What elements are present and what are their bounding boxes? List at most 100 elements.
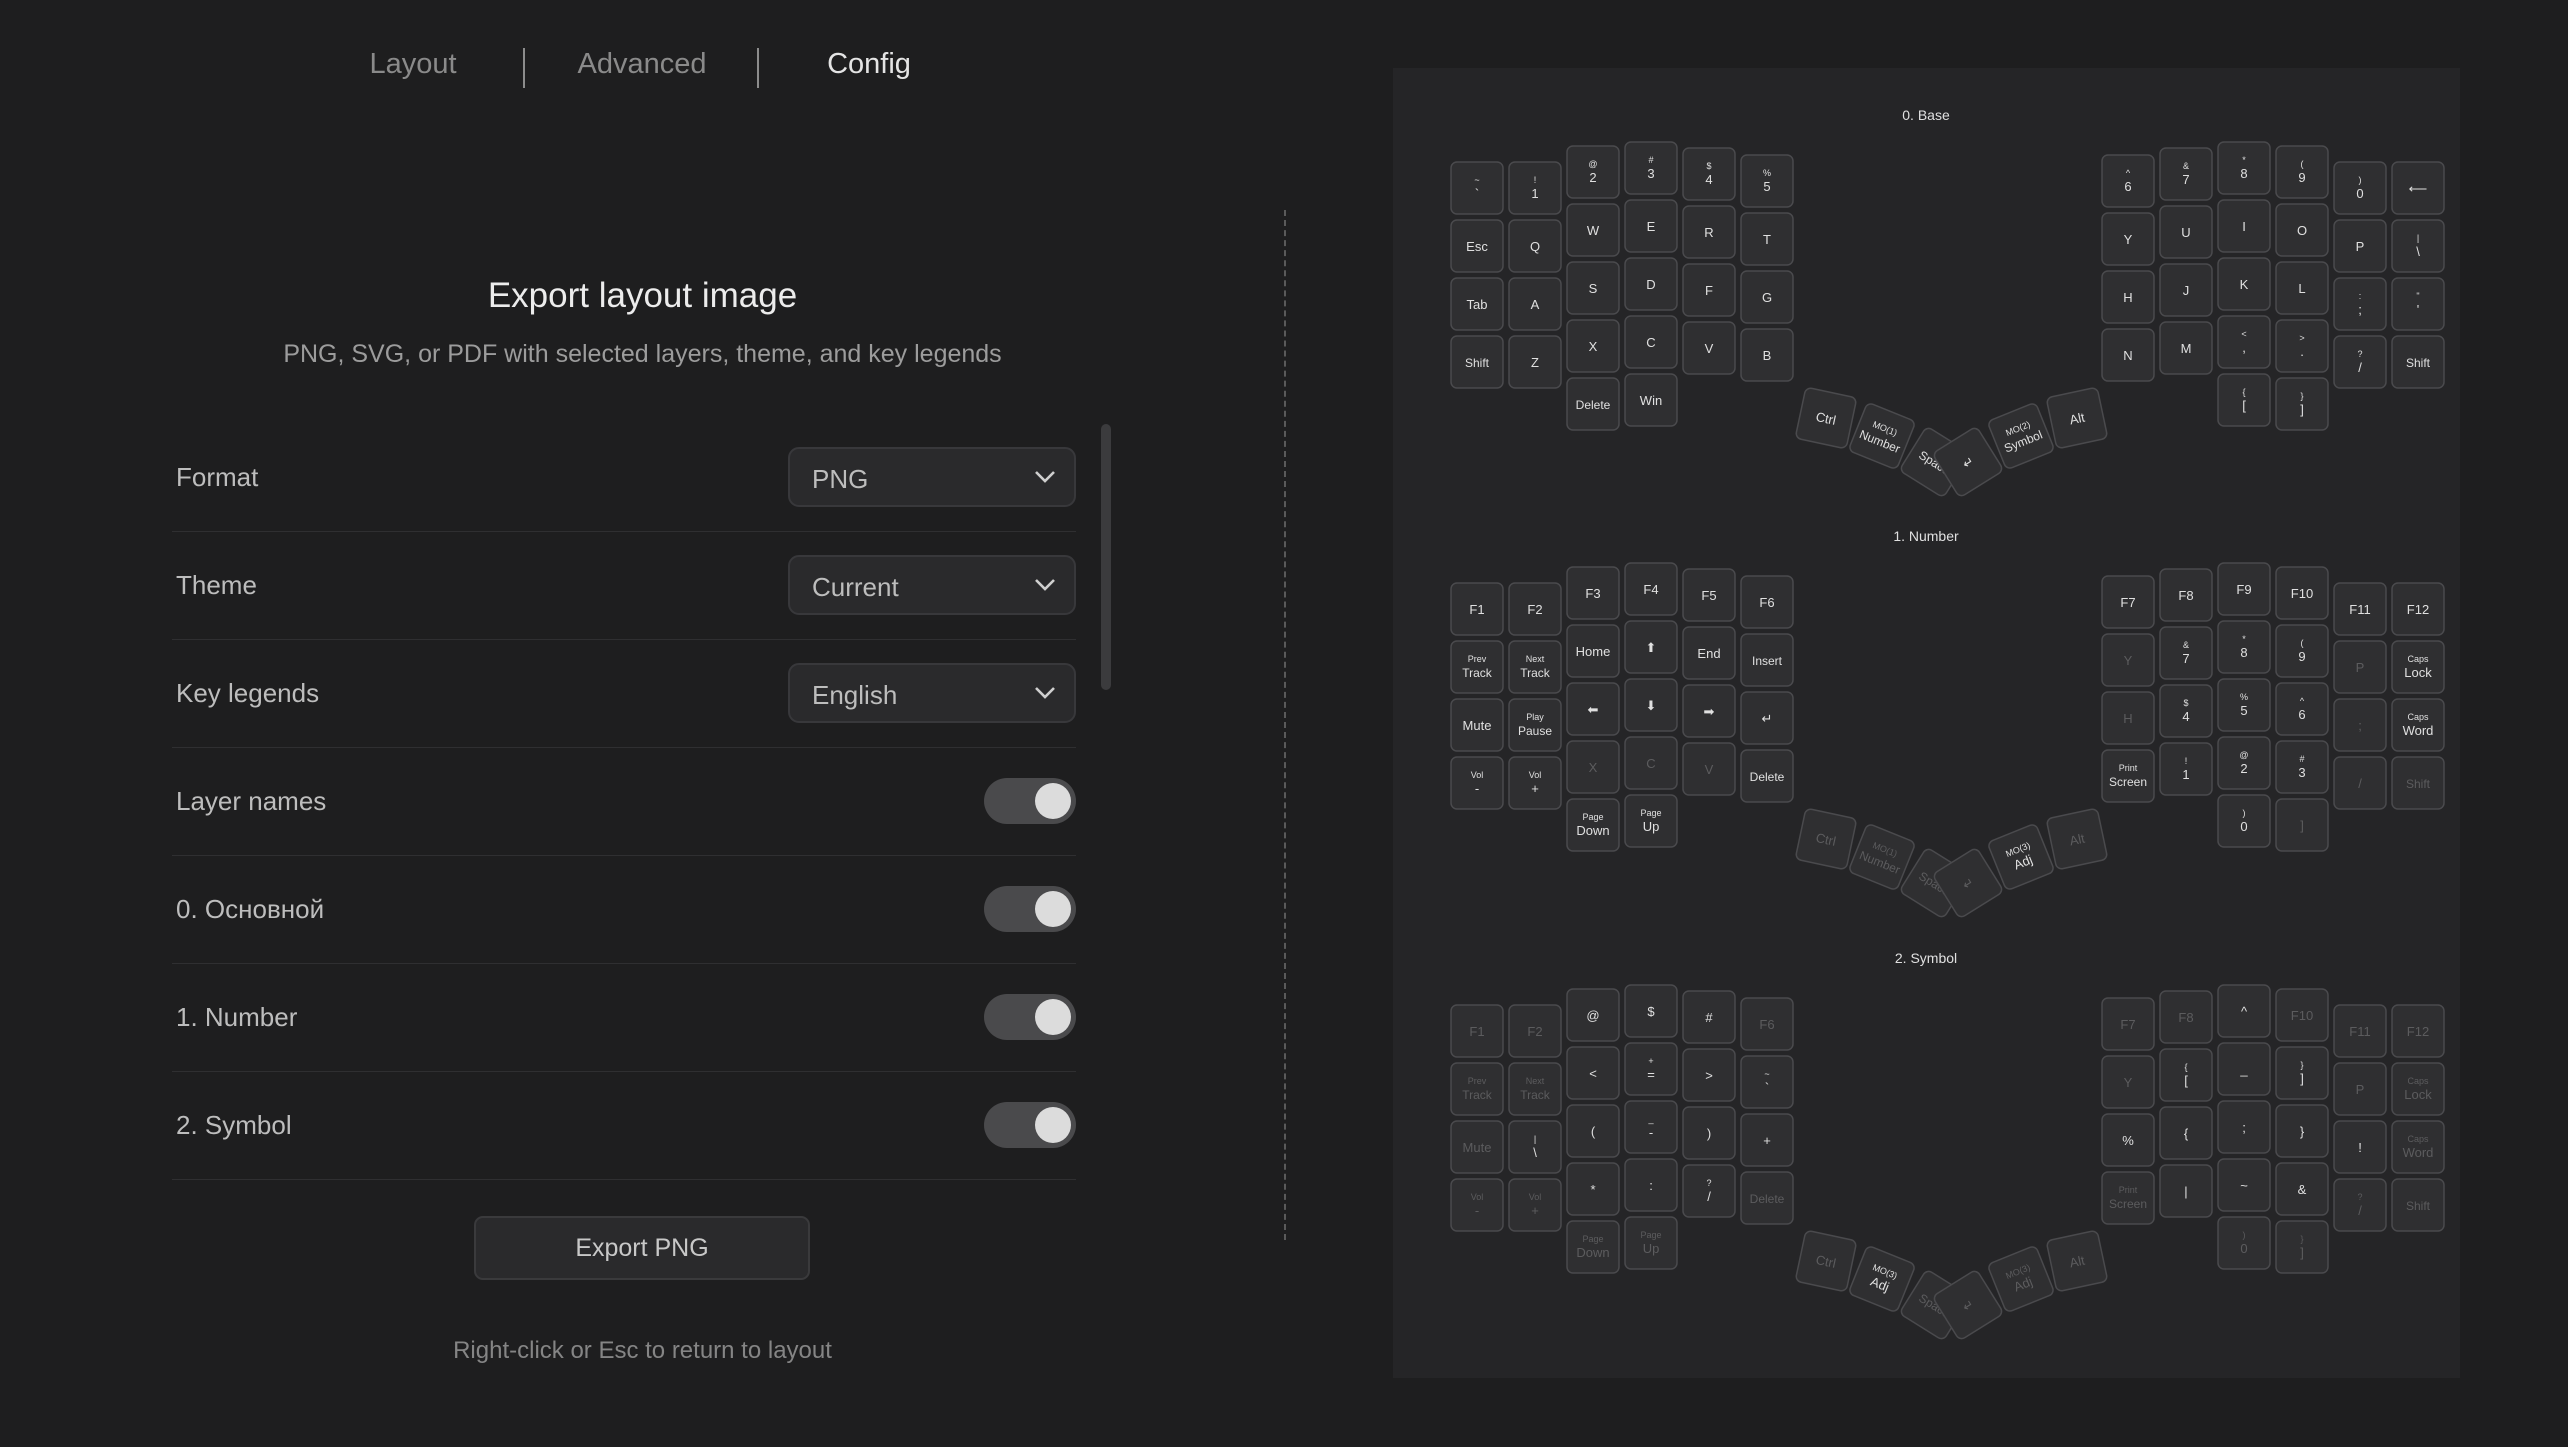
key: ;	[2333, 698, 2387, 752]
key: }	[2275, 1104, 2329, 1158]
key: F8	[2159, 568, 2213, 622]
key-shift-legend: ~	[1474, 175, 1479, 185]
key-legend: Tab	[1467, 297, 1488, 312]
page-title: Export layout image	[487, 276, 798, 315]
key-legends-select[interactable]: English	[788, 663, 1076, 723]
key-legend: F2	[1527, 1024, 1542, 1039]
format-select[interactable]: PNG	[788, 447, 1076, 507]
key-shift-legend: Caps	[2407, 654, 2429, 664]
key-shift-legend: Page	[1582, 1234, 1603, 1244]
key-legend: Y	[2124, 653, 2133, 668]
key-legend: 9	[2298, 649, 2305, 664]
tab-advanced[interactable]: Advanced	[578, 48, 707, 81]
tab-layout[interactable]: Layout	[369, 48, 456, 81]
key-legend: Shift	[1465, 356, 1490, 370]
layer-label: 2. Symbol	[176, 1110, 292, 1140]
key-shift-legend: @	[1588, 159, 1597, 169]
key-legend: ]	[2300, 402, 2304, 417]
key-legend: 2	[1589, 170, 1596, 185]
key-shift-legend: Vol	[1529, 1192, 1542, 1202]
key-legend: E	[1647, 219, 1656, 234]
key-legends-label: Key legends	[176, 678, 320, 708]
key-shift-legend: Caps	[2407, 712, 2429, 722]
key: %5	[1740, 154, 1794, 208]
key-legend: 0	[2356, 186, 2363, 201]
key: Tab	[1450, 277, 1504, 331]
key-shift-legend: $	[2183, 698, 2188, 708]
key: @	[1566, 988, 1620, 1042]
layer-toggle-number[interactable]	[984, 994, 1076, 1040]
key-legend: 6	[2124, 179, 2131, 194]
key-shift-legend: ~	[1764, 1069, 1769, 1079]
key: ⬅	[1566, 682, 1620, 736]
layer-names-toggle[interactable]	[984, 778, 1076, 824]
key: (9	[2275, 624, 2329, 678]
key-legend: .	[2300, 344, 2304, 359]
key-legend: F7	[2120, 595, 2135, 610]
key: H	[2101, 691, 2155, 745]
key-legend: M	[2181, 341, 2192, 356]
key-legend: P	[2356, 239, 2365, 254]
key-legend: &	[2298, 1182, 2307, 1197]
key: F12	[2391, 582, 2445, 636]
key-legend: F5	[1701, 588, 1716, 603]
key-legend: Track	[1462, 1088, 1493, 1102]
key: (	[1566, 1104, 1620, 1158]
key-legend: ↵	[1762, 711, 1773, 726]
key: |\	[1508, 1120, 1562, 1174]
key-legend: F1	[1469, 602, 1484, 617]
key: F1	[1450, 582, 1504, 636]
key-legend: K	[2240, 277, 2249, 292]
theme-label: Theme	[176, 570, 257, 600]
layer-names-label: Layer names	[176, 786, 327, 816]
key-shift-legend: :	[2359, 291, 2362, 301]
key-legend: 7	[2182, 651, 2189, 666]
key-shift-legend: $	[1706, 161, 1711, 171]
options-scrollbar[interactable]	[1101, 424, 1111, 690]
layer-toggle-base[interactable]	[984, 886, 1076, 932]
key: Mute	[1450, 698, 1504, 752]
key-legend: ]	[2300, 818, 2304, 833]
toggle-knob	[1035, 783, 1071, 819]
key: CapsLock	[2391, 640, 2445, 694]
key-legend: F6	[1759, 1017, 1774, 1032]
key-legends-value: English	[812, 680, 898, 710]
key: Play Pause	[1508, 698, 1562, 752]
key: CapsWord	[2391, 1120, 2445, 1174]
key: ~`	[1450, 161, 1504, 215]
key-legend: 3	[2298, 765, 2305, 780]
format-value: PNG	[812, 464, 869, 494]
layer-toggle-symbol[interactable]	[984, 1102, 1076, 1148]
key-shift-legend: &	[2183, 640, 2189, 650]
key: F6	[1740, 997, 1794, 1051]
key: F2	[1508, 582, 1562, 636]
theme-row: Theme Current	[172, 532, 1076, 640]
theme-select[interactable]: Current	[788, 555, 1076, 615]
key: !	[2333, 1120, 2387, 1174]
key-legend: +	[1763, 1133, 1771, 1148]
key: _	[2217, 1042, 2271, 1096]
key-shift-legend: Prev	[1468, 654, 1487, 664]
chevron-down-icon	[1035, 579, 1055, 591]
key-legend: <	[1589, 1066, 1597, 1081]
key: "'	[2391, 277, 2445, 331]
key: P	[2333, 219, 2387, 273]
key: Shift	[2391, 756, 2445, 810]
key-shift-legend: }	[2300, 391, 2303, 401]
key-shift-legend: Vol	[1529, 770, 1542, 780]
tab-config[interactable]: Config	[827, 48, 911, 81]
key: S	[1566, 261, 1620, 315]
key-legend: Lock	[2404, 1087, 2432, 1102]
key-shift-legend: *	[2242, 155, 2246, 165]
key: N	[2101, 328, 2155, 382]
export-button[interactable]: Export PNG	[474, 1216, 810, 1280]
key-legend: Y	[2124, 232, 2133, 247]
key: PageUp	[1624, 1216, 1678, 1270]
thumb-key: Alt	[2046, 808, 2108, 870]
key: #3	[2275, 740, 2329, 794]
key-shift-legend: +	[1648, 1056, 1653, 1066]
key-legend: O	[2297, 223, 2307, 238]
layer-row-base: 0. Основной	[172, 856, 1076, 964]
key-shift-legend: "	[2416, 291, 2419, 301]
key-legend: F9	[2236, 582, 2251, 597]
